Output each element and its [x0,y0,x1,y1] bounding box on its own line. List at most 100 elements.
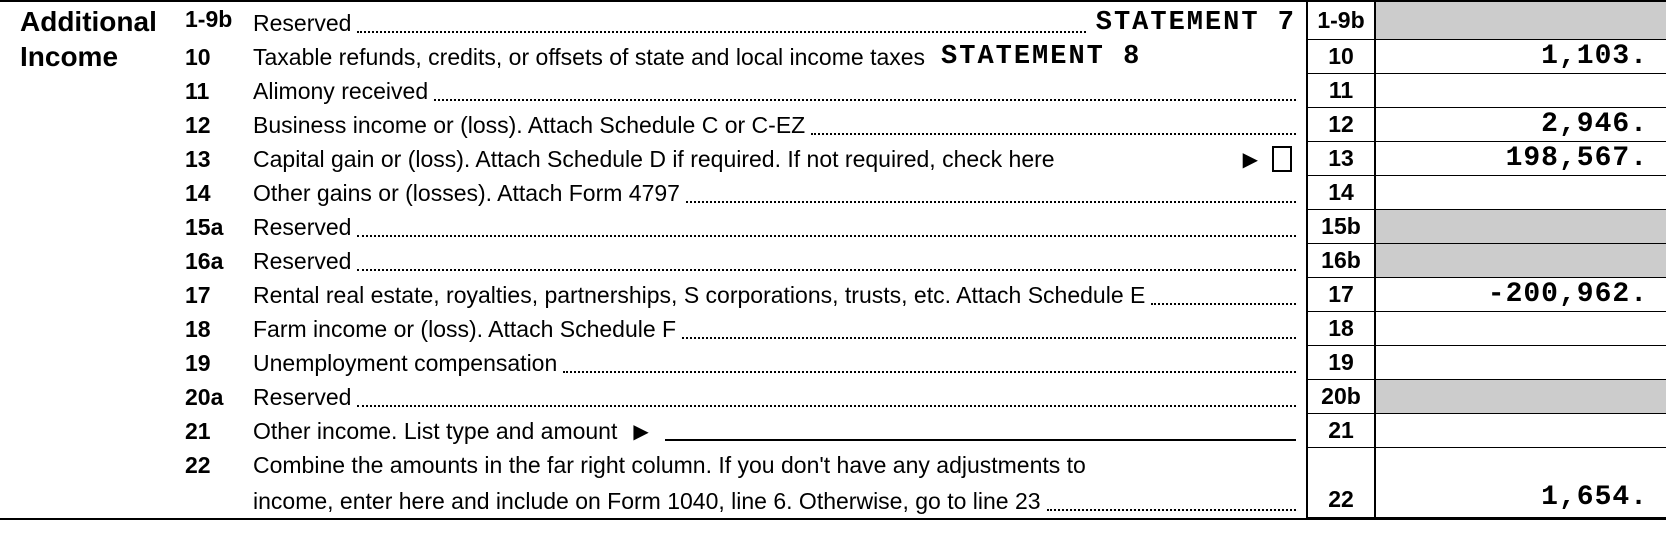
line-17: 17 Rental real estate, royalties, partne… [185,278,1666,312]
line-number-left: 14 [185,176,253,210]
description-text: Reserved [253,384,357,412]
amount-cell[interactable]: 1,654. [1376,448,1666,518]
checkbox-not-required[interactable] [1272,146,1292,172]
line-description: Other gains or (losses). Attach Form 479… [253,176,1306,210]
line-11: 11 Alimony received 11 [185,74,1666,108]
line-number-left: 13 [185,142,253,176]
leader-dots [682,337,1296,339]
statement-ref: STATEMENT 7 [1086,8,1296,38]
description-text: Taxable refunds, credits, or offsets of … [253,44,931,72]
line-number-right: 10 [1306,40,1376,74]
line-13: 13 Capital gain or (loss). Attach Schedu… [185,142,1666,176]
line-22: 22 Combine the amounts in the far right … [185,448,1666,518]
line-number-left: 17 [185,278,253,312]
line-number-left: 12 [185,108,253,142]
form-rows: 1-9b Reserved STATEMENT 7 1-9b 10 Taxabl… [185,2,1666,518]
tax-form-additional-income: Additional Income 1-9b Reserved STATEMEN… [0,0,1666,520]
line-number-right: 16b [1306,244,1376,278]
amount-cell[interactable] [1376,210,1666,244]
line-10: 10 Taxable refunds, credits, or offsets … [185,40,1666,74]
line-description: Reserved [253,210,1306,244]
line-number-right: 22 [1306,448,1376,518]
line-description: Rental real estate, royalties, partnersh… [253,278,1306,312]
description-text: Farm income or (loss). Attach Schedule F [253,316,682,344]
amount-cell[interactable]: 2,946. [1376,108,1666,142]
line-19: 19 Unemployment compensation 19 [185,346,1666,380]
line-16a: 16a Reserved 16b [185,244,1666,278]
line-number-left: 21 [185,414,253,448]
description-text: Alimony received [253,78,434,106]
leader-dots [686,201,1296,203]
line-21: 21 Other income. List type and amount ▶ … [185,414,1666,448]
amount-cell[interactable]: 198,567. [1376,142,1666,176]
description-text: Other gains or (losses). Attach Form 479… [253,180,686,208]
line-number-left: 15a [185,210,253,244]
leader-dots [434,99,1296,101]
description-text-1: Combine the amounts in the far right col… [253,452,1092,480]
line-number-right: 21 [1306,414,1376,448]
line-number-right: 13 [1306,142,1376,176]
description-text: Other income. List type and amount [253,418,623,446]
description-text: Reserved [253,248,357,276]
leader-dots [357,31,1085,33]
line-number-right: 19 [1306,346,1376,380]
amount-cell[interactable] [1376,74,1666,108]
line-number-right: 1-9b [1306,2,1376,40]
leader-dots [811,133,1296,135]
line-number-right: 12 [1306,108,1376,142]
line-description: Combine the amounts in the far right col… [253,448,1306,518]
line-description: Other income. List type and amount ▶ [253,414,1306,448]
line-number-left: 18 [185,312,253,346]
description-text-2: income, enter here and include on Form 1… [253,488,1047,516]
line-description: Reserved [253,380,1306,414]
line-number-left: 11 [185,74,253,108]
description-text: Reserved [253,10,357,38]
statement-ref: STATEMENT 8 [931,42,1141,72]
line-18: 18 Farm income or (loss). Attach Schedul… [185,312,1666,346]
description-text: Unemployment compensation [253,350,563,378]
line-number-right: 20b [1306,380,1376,414]
amount-cell[interactable] [1376,380,1666,414]
line-description: Alimony received [253,74,1306,108]
amount-cell[interactable]: 1,103. [1376,40,1666,74]
description-text: Capital gain or (loss). Attach Schedule … [253,146,1061,174]
amount-cell[interactable] [1376,346,1666,380]
line-number-right: 17 [1306,278,1376,312]
description-text: Reserved [253,214,357,242]
leader-dots [563,371,1296,373]
line-number-left: 10 [185,40,253,74]
leader-dots [1047,509,1296,511]
description-text: Business income or (loss). Attach Schedu… [253,112,811,140]
amount-cell[interactable] [1376,414,1666,448]
write-in-line[interactable] [665,439,1296,441]
line-1-9b: 1-9b Reserved STATEMENT 7 1-9b [185,2,1666,40]
line-description: Reserved STATEMENT 7 [253,2,1306,40]
line-description: Business income or (loss). Attach Schedu… [253,108,1306,142]
line-number-right: 15b [1306,210,1376,244]
leader-dots [357,235,1296,237]
amount-cell[interactable] [1376,2,1666,40]
line-number-right: 14 [1306,176,1376,210]
line-number-right: 18 [1306,312,1376,346]
line-14: 14 Other gains or (losses). Attach Form … [185,176,1666,210]
line-number-left: 16a [185,244,253,278]
leader-dots [357,405,1296,407]
arrow-icon: ▶ [623,419,658,446]
section-title: Additional Income [20,4,180,74]
amount-cell[interactable] [1376,176,1666,210]
line-number-left: 20a [185,380,253,414]
line-number-left: 19 [185,346,253,380]
leader-dots [357,269,1296,271]
leader-dots [1151,303,1296,305]
line-12: 12 Business income or (loss). Attach Sch… [185,108,1666,142]
line-number-left: 22 [185,448,253,518]
line-number-left: 1-9b [185,2,253,40]
line-number-right: 11 [1306,74,1376,108]
amount-cell[interactable] [1376,244,1666,278]
amount-cell[interactable] [1376,312,1666,346]
line-description: Reserved [253,244,1306,278]
arrow-icon: ▶ [1233,147,1268,174]
description-text: Rental real estate, royalties, partnersh… [253,282,1151,310]
line-15a: 15a Reserved 15b [185,210,1666,244]
amount-cell[interactable]: -200,962. [1376,278,1666,312]
